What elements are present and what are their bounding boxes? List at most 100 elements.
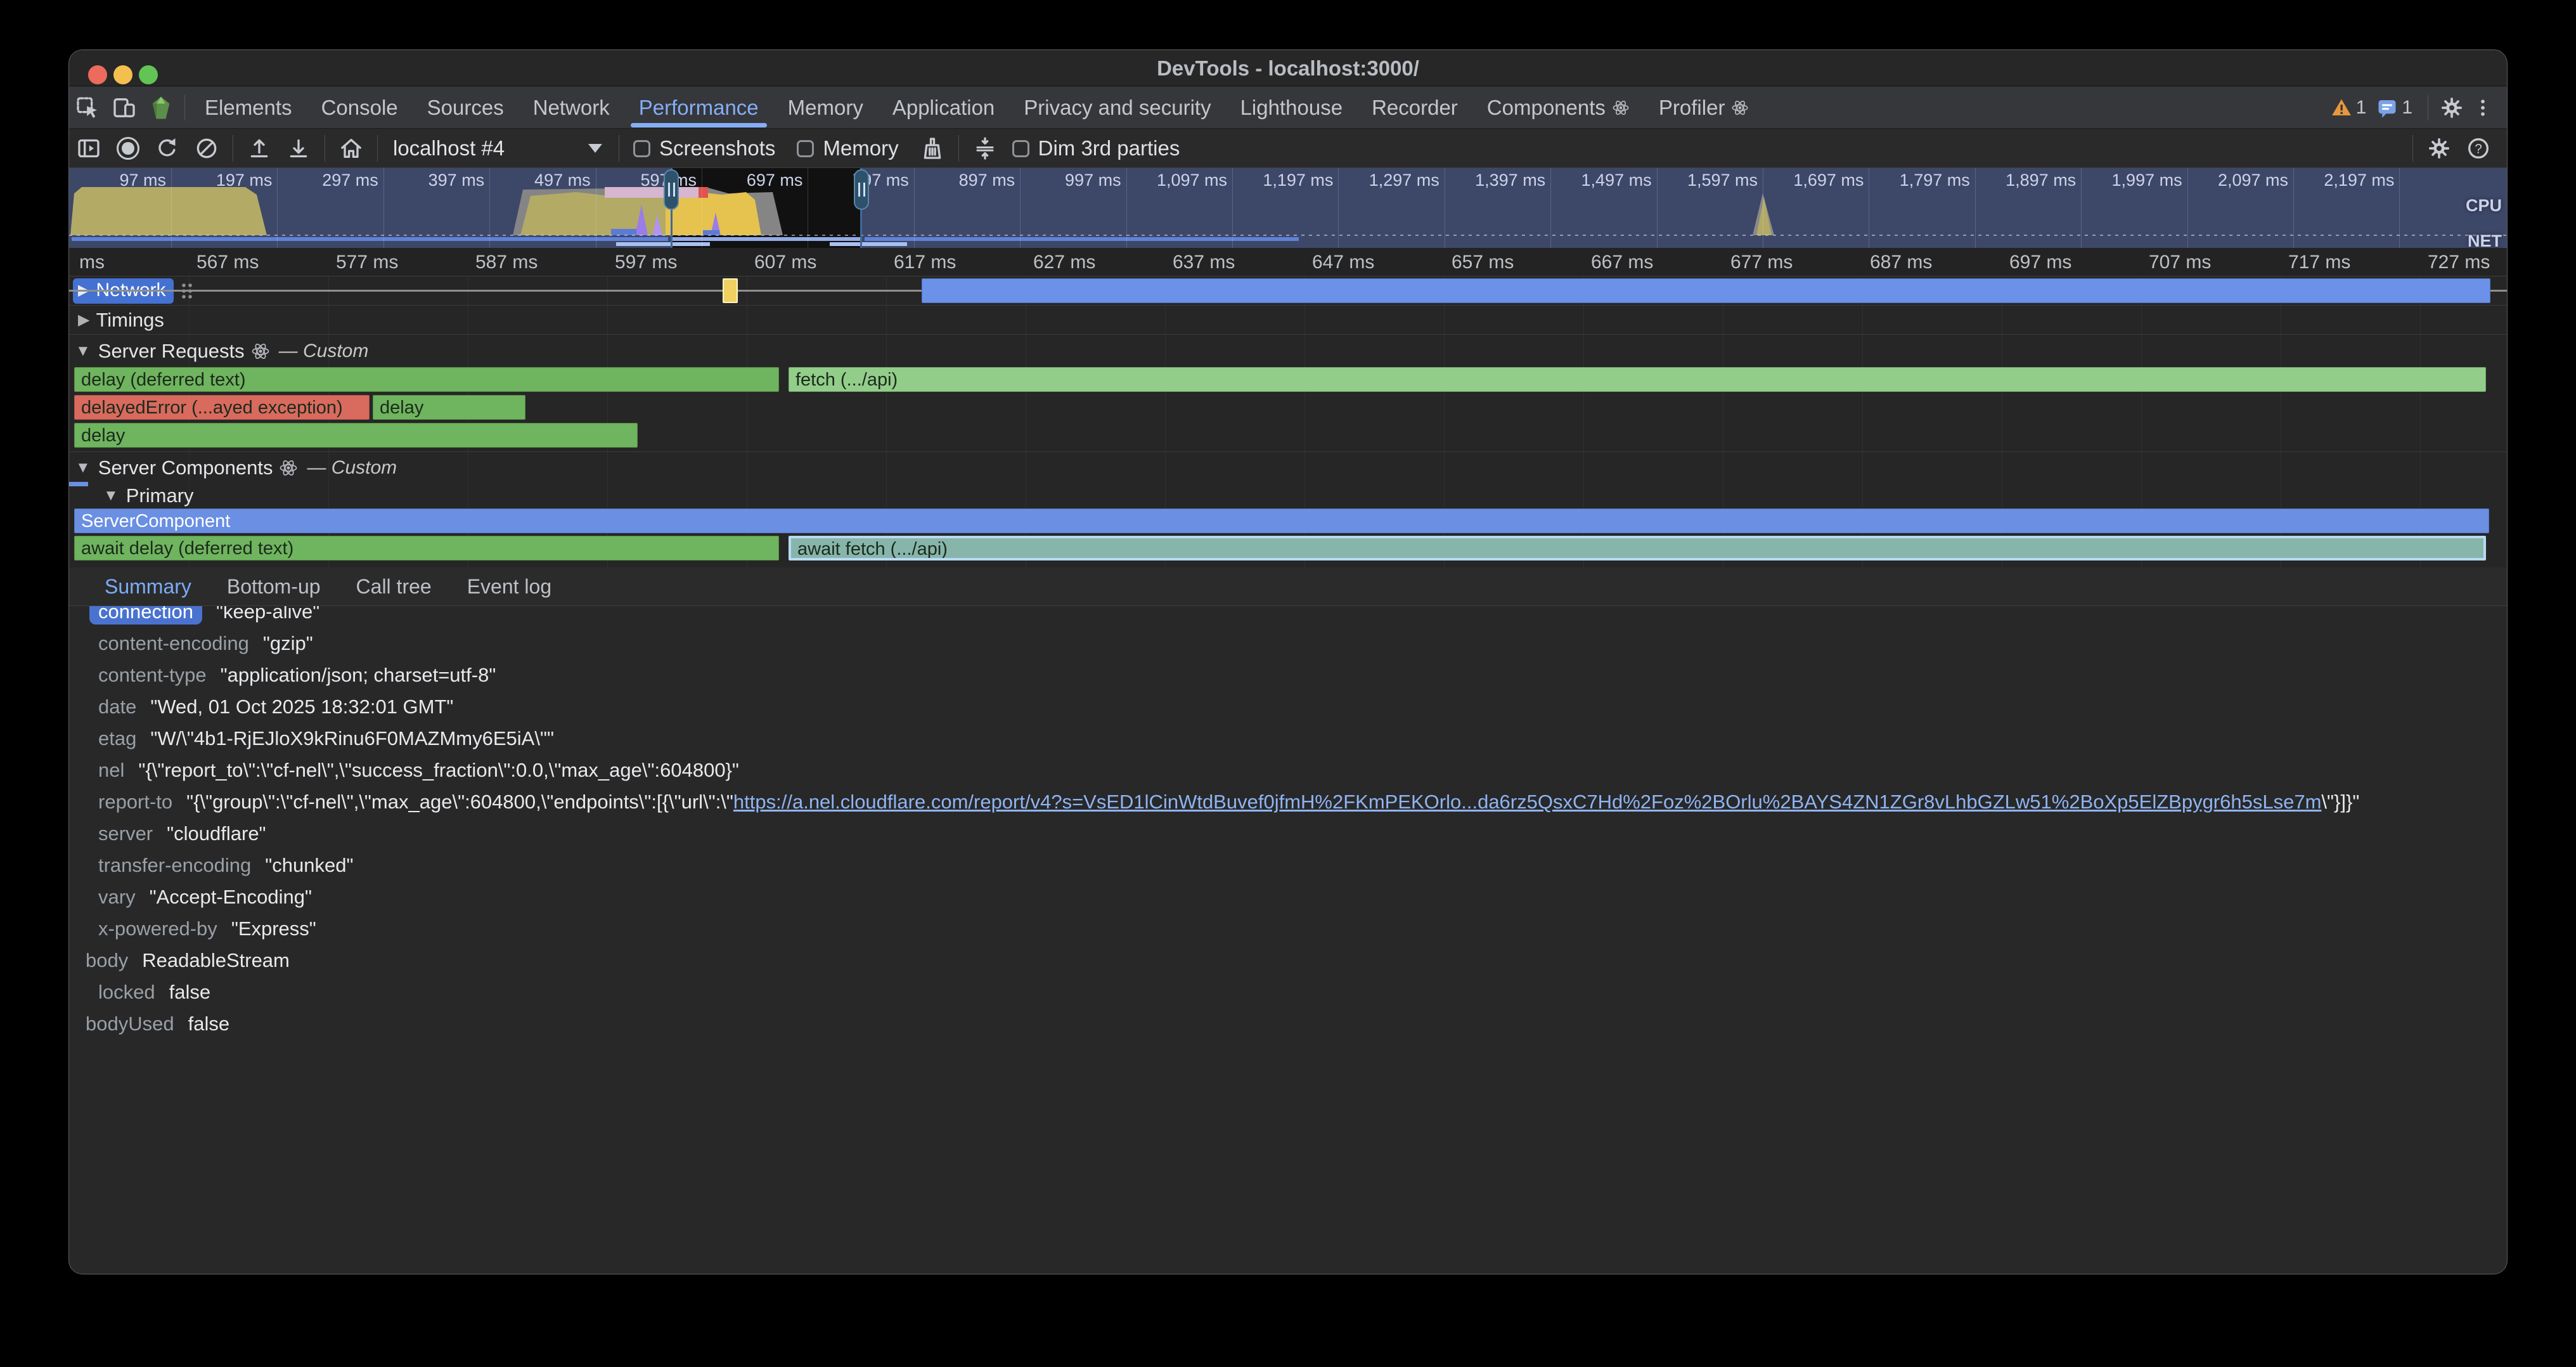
extension-gem-icon[interactable] [143, 87, 179, 129]
tab-console[interactable]: Console [307, 87, 413, 129]
overview-tick-label: 897 ms [959, 171, 1021, 190]
overview-tick-label: 197 ms [216, 171, 278, 190]
tab-network[interactable]: Network [518, 87, 624, 129]
detail-row-x-powered-by: x-powered-by"Express" [69, 913, 2507, 945]
tab-components[interactable]: Components [1472, 87, 1644, 129]
track-timings[interactable]: ▶ Timings [69, 306, 2507, 334]
overview-tick-label: 297 ms [322, 171, 383, 190]
detail-row-connection: connection"keep-alive" [69, 606, 2507, 628]
span-delay-deferred-text[interactable]: delay (deferred text) [74, 367, 779, 392]
detail-key: x-powered-by [69, 917, 217, 940]
toolbar-separator [377, 135, 378, 162]
capture-settings-gear-icon[interactable] [2419, 131, 2459, 165]
tab-label: Components [1487, 96, 1606, 120]
panel-tab-call-tree[interactable]: Call tree [338, 568, 449, 605]
issues-count: 1 [2402, 97, 2412, 119]
overview-tick-label: 997 ms [1065, 171, 1126, 190]
tab-label: Network [533, 96, 610, 120]
span-delayed-error[interactable]: delayedError (...ayed exception) [74, 395, 370, 420]
span-server-component[interactable]: ServerComponent [74, 509, 2489, 533]
session-history-select[interactable]: localhost #4 [384, 136, 612, 160]
screenshots-checkbox[interactable]: Screenshots [633, 136, 775, 160]
ruler-tick-label: 627 ms [1033, 252, 1095, 273]
selection-right-handle[interactable] [854, 169, 869, 210]
detail-key: connection [69, 606, 202, 623]
clear-icon[interactable] [187, 131, 226, 165]
record-icon[interactable] [108, 131, 148, 165]
tab-sources[interactable]: Sources [413, 87, 518, 129]
checkbox-icon [1012, 140, 1029, 157]
track-primary[interactable]: ▼ Primary [69, 483, 2507, 509]
cpu-lane-label: CPU [2466, 196, 2502, 216]
detail-key: server [69, 822, 153, 845]
network-selected-request[interactable] [723, 278, 738, 303]
ruler-tick-label: 597 ms [615, 252, 677, 273]
panel-tab-event-log[interactable]: Event log [449, 568, 569, 605]
tab-label: Profiler [1659, 96, 1725, 120]
detail-row-body: bodyReadableStream [69, 945, 2507, 976]
span-delay-3[interactable]: delay [74, 423, 638, 448]
chevron-down-icon [588, 144, 602, 153]
help-icon[interactable]: ? [2459, 131, 2498, 165]
flamechart-tracks[interactable]: ▶ Network ▶ Timings ▼ Server Requests — … [69, 276, 2507, 567]
dim-3rd-parties-checkbox[interactable]: Dim 3rd parties [1012, 136, 1180, 160]
memory-checkbox[interactable]: Memory [797, 136, 898, 160]
tab-profiler[interactable]: Profiler [1644, 87, 1764, 129]
panel-tab-summary[interactable]: Summary [87, 568, 209, 605]
span-await-delay-deferred-text[interactable]: await delay (deferred text) [74, 536, 779, 560]
detail-key: date [69, 696, 136, 718]
tab-privacy-and-security[interactable]: Privacy and security [1009, 87, 1225, 129]
overview-gridline [489, 168, 490, 248]
triangle-down-icon: ▼ [103, 487, 119, 505]
selection-left-handle[interactable] [664, 169, 679, 210]
settings-gear-icon[interactable] [2433, 87, 2470, 129]
upload-profile-icon[interactable] [240, 131, 279, 165]
device-toolbar-icon[interactable] [106, 87, 143, 129]
warning-icon[interactable] [2331, 97, 2352, 119]
overview-tick-label: 397 ms [428, 171, 490, 190]
span-delay-2[interactable]: delay [373, 395, 525, 420]
tab-application[interactable]: Application [878, 87, 1009, 129]
track-server-components[interactable]: ▼ Server Components — Custom [69, 454, 2507, 482]
span-await-fetch-api[interactable]: await fetch (.../api) [789, 536, 2486, 560]
ruler-tick-label: 617 ms [894, 252, 956, 273]
overview-tick-label: 1,997 ms [2112, 171, 2187, 190]
toggle-sidebar-icon[interactable] [69, 131, 108, 165]
panel-tab-bottom-up[interactable]: Bottom-up [209, 568, 338, 605]
timeline-overview[interactable]: 97 ms197 ms297 ms397 ms497 ms597 ms697 m… [69, 168, 2507, 248]
issues-icon[interactable] [2376, 97, 2398, 119]
overview-tick-label: 697 ms [747, 171, 808, 190]
devtools-window: DevTools - localhost:3000/ ElementsConso… [68, 49, 2508, 1274]
detail-value: "{\"group\":\"cf-nel\",\"max_age\":60480… [186, 791, 2359, 813]
toolbar-right-controls: ? [2406, 131, 2507, 165]
ruler-tick-label: 677 ms [1730, 252, 1793, 273]
overview-gridline [1338, 168, 1339, 248]
detail-key: report-to [69, 791, 172, 813]
tab-lighthouse[interactable]: Lighthouse [1226, 87, 1357, 129]
home-icon[interactable] [332, 131, 371, 165]
span-fetch-api[interactable]: fetch (.../api) [789, 367, 2486, 392]
download-profile-icon[interactable] [279, 131, 318, 165]
detail-value: "W/\"4b1-RjEJloX9kRinu6F0MAZMmy6E5iA\"" [150, 727, 554, 749]
more-options-kebab-icon[interactable] [2470, 87, 2496, 129]
svg-text:?: ? [2475, 141, 2482, 156]
inspect-element-icon[interactable] [69, 87, 106, 129]
overview-gridline [1657, 168, 1658, 248]
collect-garbage-icon[interactable] [913, 131, 952, 165]
report-to-url-link[interactable]: https://a.nel.cloudflare.com/report/v4?s… [733, 791, 2321, 813]
reload-and-record-icon[interactable] [148, 131, 187, 165]
track-server-requests[interactable]: ▼ Server Requests — Custom [69, 337, 2507, 365]
overview-gridline [1550, 168, 1551, 248]
tab-elements[interactable]: Elements [190, 87, 307, 129]
detail-row-server: server"cloudflare" [69, 818, 2507, 850]
detail-key: bodyUsed [69, 1013, 174, 1035]
net-lane-label: NET [2468, 231, 2502, 248]
dim-3rd-parties-label: Dim 3rd parties [1038, 136, 1180, 160]
tab-recorder[interactable]: Recorder [1357, 87, 1472, 129]
triangle-down-icon: ▼ [75, 342, 91, 360]
network-request-bar[interactable] [922, 278, 2490, 303]
collapse-tracks-icon[interactable] [965, 131, 1005, 165]
tab-performance[interactable]: Performance [624, 87, 773, 129]
tab-memory[interactable]: Memory [773, 87, 878, 129]
ruler-tick-label: 607 ms [754, 252, 816, 273]
